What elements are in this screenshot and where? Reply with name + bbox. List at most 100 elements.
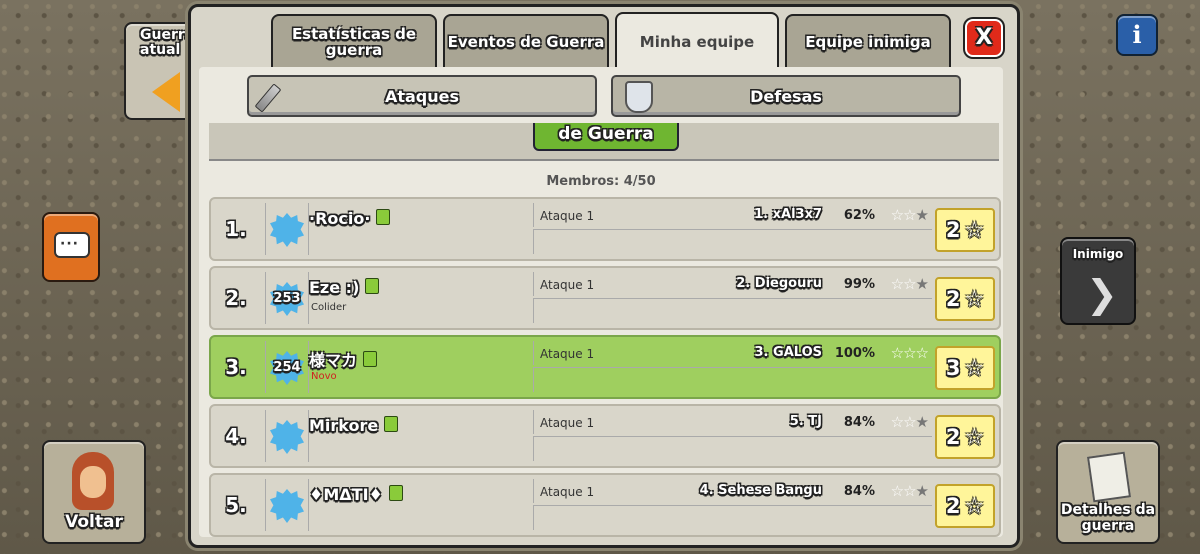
member-level: 254	[273, 360, 301, 375]
member-row[interactable]: 1. ·Rocio· Ataque 1 1. xAl3x7 62% ☆☆★ 2 ☆	[209, 197, 1001, 261]
sword-icon	[254, 83, 282, 113]
attack-target: 2. Diegouru	[736, 276, 822, 291]
star-icon: ★	[915, 413, 929, 431]
attack-stars: ☆☆★	[891, 206, 929, 224]
info-button[interactable]: i	[1116, 14, 1158, 56]
member-rank: 1.	[225, 217, 247, 241]
defenses-subtab[interactable]: Defesas	[611, 75, 961, 117]
total-stars-value: 3	[945, 356, 961, 380]
star-icon: ☆	[915, 344, 929, 362]
member-row[interactable]: 2. 253 Eze :) Colider Ataque 1 2. Diegouru 99%…	[209, 266, 1001, 330]
member-rank: 5.	[225, 493, 247, 517]
star-icon: ☆	[890, 413, 904, 431]
attack-slot: Ataque 1 2. Diegouru 99% ☆☆★	[533, 272, 932, 296]
attack-stars: ☆☆★	[890, 413, 929, 431]
attacks-subtab[interactable]: Ataques	[247, 75, 597, 117]
member-name: ♦MΔTI♦	[309, 485, 383, 504]
war-details-button[interactable]: Detalhes da guerra	[1056, 440, 1160, 544]
attack-target: 4. Sehese Bangu	[699, 483, 822, 498]
document-icon	[1086, 451, 1132, 503]
attack-slot: Ataque 1 3. GALOS 100% ☆☆☆	[533, 341, 932, 365]
member-row[interactable]: 4. Mirkore Ataque 1 5. TJ 84% ☆☆★ 2 ☆	[209, 404, 1001, 468]
member-avatar	[265, 203, 309, 255]
attack-target: 3. GALOS	[754, 345, 822, 360]
chat-button[interactable]: ···	[42, 212, 100, 282]
star-icon: ☆	[890, 482, 904, 500]
war-banner: de Guerra	[209, 123, 999, 161]
total-stars: 2 ☆	[935, 208, 995, 252]
profile-doc-icon[interactable]	[365, 278, 380, 294]
total-stars-value: 2	[945, 494, 961, 518]
total-stars: 2 ☆	[935, 484, 995, 528]
enemy-button[interactable]: Inimigo ❯	[1060, 237, 1136, 325]
attack-label: Ataque 1	[540, 416, 595, 430]
info-icon: i	[1132, 20, 1142, 49]
previous-war-button[interactable]: Guerra atual	[124, 22, 194, 120]
close-button[interactable]: X	[965, 19, 1003, 57]
war-details-label: Detalhes da guerra	[1060, 502, 1156, 534]
member-avatar: 254	[265, 341, 309, 393]
star-icon: ☆	[903, 482, 916, 500]
star-icon: ★	[915, 275, 929, 293]
attack-slot: Ataque 1 5. TJ 84% ☆☆★	[533, 410, 932, 434]
previous-war-label: Guerra atual	[140, 27, 195, 58]
member-rank: 3.	[225, 355, 247, 379]
empty-attack-slot	[533, 505, 932, 530]
profile-doc-icon[interactable]	[388, 485, 403, 501]
xp-badge-icon	[270, 213, 304, 247]
member-avatar: 253	[265, 272, 309, 324]
star-icon: ☆	[964, 355, 985, 381]
member-name-wrap: ♦MΔTI♦	[309, 485, 403, 504]
xp-badge-icon	[270, 420, 304, 454]
star-icon: ★	[915, 482, 929, 500]
attack-percent: 100%	[834, 346, 875, 361]
war-panel: Estatísticas de guerra Eventos de Guerra…	[188, 4, 1020, 548]
member-row[interactable]: 5. ♦MΔTI♦ Ataque 1 4. Sehese Bangu 84% ☆☆★ 2 ☆	[209, 473, 1001, 537]
member-name-wrap: Eze :)	[309, 278, 380, 297]
tab-war-events[interactable]: Eventos de Guerra	[443, 14, 609, 68]
empty-attack-slot	[533, 367, 932, 392]
attack-target: 1. xAl3x7	[754, 207, 822, 222]
back-button[interactable]: Voltar	[42, 440, 146, 544]
member-name: ·Rocio·	[309, 209, 371, 228]
star-icon: ☆	[903, 206, 916, 224]
attack-percent: 84%	[843, 415, 875, 430]
attack-stars: ☆☆★	[891, 275, 929, 293]
member-level: 253	[273, 291, 301, 306]
tab-enemy-team[interactable]: Equipe inimiga	[785, 14, 951, 68]
star-icon: ☆	[903, 413, 916, 431]
attacks-subtab-label: Ataques	[384, 86, 460, 106]
member-row[interactable]: 3. 254 様マカ Novo Ataque 1 3. GALOS 100% ☆☆☆ 3 ☆	[209, 335, 1001, 399]
members-count: Membros: 4/50	[546, 174, 656, 189]
star-icon: ☆	[964, 493, 985, 519]
profile-doc-icon[interactable]	[376, 209, 391, 225]
team-content: Ataques Defesas de Guerra Membros: 4/50 …	[199, 67, 1003, 537]
xp-badge-icon	[270, 489, 304, 523]
member-new-tag: Novo	[311, 371, 337, 382]
total-stars: 2 ☆	[935, 415, 995, 459]
star-icon: ☆	[903, 275, 916, 293]
attack-label: Ataque 1	[540, 209, 595, 223]
total-stars-value: 2	[945, 425, 961, 449]
chat-dots-icon: ···	[60, 236, 79, 252]
star-icon: ☆	[903, 344, 916, 362]
profile-doc-icon[interactable]	[384, 416, 399, 432]
attack-target: 5. TJ	[789, 414, 822, 429]
war-banner-button[interactable]: de Guerra	[533, 123, 679, 151]
back-button-label: Voltar	[65, 512, 123, 532]
total-stars-value: 2	[945, 218, 961, 242]
tab-war-stats[interactable]: Estatísticas de guerra	[271, 14, 437, 68]
member-name: 様マカ	[309, 351, 358, 370]
total-stars: 3 ☆	[935, 346, 995, 390]
profile-doc-icon[interactable]	[363, 351, 378, 367]
empty-attack-slot	[533, 436, 932, 461]
attack-percent: 99%	[843, 277, 875, 292]
attack-stars: ☆☆☆	[891, 344, 929, 362]
star-icon: ☆	[964, 217, 985, 243]
total-stars-value: 2	[945, 287, 961, 311]
attack-label: Ataque 1	[540, 347, 595, 361]
member-name-wrap: 様マカ	[309, 347, 378, 371]
member-rank: 4.	[225, 424, 247, 448]
member-name: Mirkore	[309, 416, 379, 435]
tab-my-team[interactable]: Minha equipe	[615, 12, 779, 70]
